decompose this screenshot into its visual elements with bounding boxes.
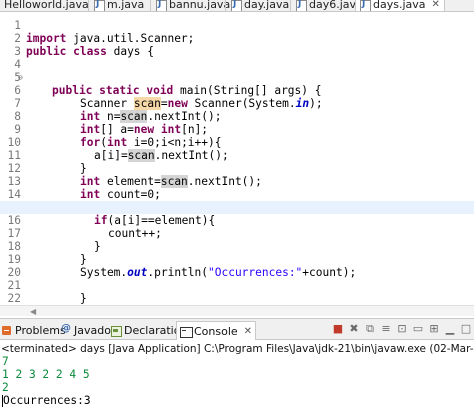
maximize-icon[interactable]: □ [460,322,472,336]
console-toolbar: ■ ✖ ⧉ ≡ ⊡ ▭ ⊞ ▁ □ [332,322,472,336]
code-line: 15 if(a[i]==element){ [0,188,474,227]
tab-day6[interactable]: day6.java [296,0,363,11]
word-wrap-icon[interactable]: ≡ [380,322,392,336]
close-tab-icon[interactable]: ✕ [244,326,252,337]
tab-label: Console [194,324,238,338]
remove-all-icon[interactable]: ✖ [348,322,360,336]
code-line: 8 int[] a=new int[n]; [0,97,474,136]
problems-icon [1,325,12,336]
close-tab-icon[interactable]: ✕ [432,0,440,10]
console-icon [180,326,193,338]
tab-javadoc[interactable]: Javadoc [60,322,117,338]
code-line: 4 ⊖ public static void main(String[] arg… [0,45,474,97]
code-line: 2 public class days { [0,19,474,58]
editor-tab-bar: Helloworld.java m.java bannu.java day.ja… [0,0,474,12]
tab-bannu[interactable]: bannu.java [156,0,231,11]
pin-icon[interactable]: ⊡ [396,322,408,336]
code-line: 22 [0,279,474,305]
console-input-line: 1 2 3 2 2 4 5 [2,368,90,381]
code-editor[interactable]: 1 import java.util.Scanner; 2 public cla… [0,12,474,305]
scroll-left-icon[interactable]: ◀ [30,306,36,317]
tab-days[interactable]: days.java ✕ [355,0,445,11]
javadoc-icon [60,323,71,336]
code-line: 5 [0,58,474,84]
code-line: 7 int n=scan.nextInt(); [0,84,474,123]
code-line: 12 int element=scan.nextInt(); [0,149,474,188]
tab-label: Helloworld.java [4,0,89,11]
tab-divider [225,0,226,11]
code-line: 1 import java.util.Scanner; [0,12,474,45]
tab-label: days.java [373,0,426,11]
code-line: 14 for(int i=0;i<n;i++){ [0,175,474,214]
console-output[interactable]: <terminated> days [Java Application] C:\… [0,341,474,412]
tab-label: day.java [244,0,290,11]
code-line: 17 } [0,214,474,253]
java-file-icon [156,0,167,11]
java-file-icon [360,0,371,11]
tab-divider [88,0,89,11]
code-line: 20 [0,253,474,279]
code-line: 11 } [0,136,474,175]
console-input-line: 2 [2,381,9,394]
code-line: 13 int count=0; [0,162,474,201]
view-tab-bar: Problems Javadoc Declaration Console ✕ ■… [0,318,474,340]
tab-label: m.java [107,0,145,11]
tab-problems[interactable]: Problems [1,322,66,338]
tab-label: bannu.java [169,0,231,11]
horizontal-scrollbar[interactable]: ◀ [0,305,474,316]
java-file-icon [296,0,307,11]
console-output-line: Occurrences:3 [2,394,91,408]
code-line: 3 [0,32,474,58]
console-output-text: Occurrences:3 [3,394,91,407]
tab-m[interactable]: m.java [94,0,145,11]
code-line: 9 for(int i=0;i<n;i++){ [0,110,474,149]
minimize-icon[interactable]: ▁ [444,322,456,336]
console-status: <terminated> days [Java Application] C:\… [1,343,474,355]
tab-console[interactable]: Console ✕ [176,321,257,340]
code-line: 6 Scanner scan=new Scanner(System.in); [0,71,474,110]
java-file-icon [94,0,105,11]
tab-day[interactable]: day.java [231,0,290,11]
scroll-lock-icon[interactable]: ⧉ [364,322,376,336]
tab-divider [150,0,151,11]
code-line: 23 } [0,292,474,305]
tab-divider [290,0,291,11]
code-line: 18 } [0,227,474,266]
java-file-icon [231,0,242,11]
declaration-icon [110,325,122,337]
new-console-icon[interactable]: ⊞ [428,322,440,336]
tab-label: Problems [15,323,66,337]
console-input-line: 7 [2,355,9,368]
tab-helloworld[interactable]: Helloworld.java [4,0,89,11]
code-line: 19 System.out.println("Occurrences:"+cou… [0,240,474,279]
display-console-icon[interactable]: ▭ [412,322,424,336]
code-line-current: 16 count++; [0,201,474,240]
remove-launch-icon[interactable]: ■ [332,322,344,336]
code-line: 10 a[i]=scan.nextInt(); [0,123,474,162]
code-line: 21 } [0,266,474,305]
